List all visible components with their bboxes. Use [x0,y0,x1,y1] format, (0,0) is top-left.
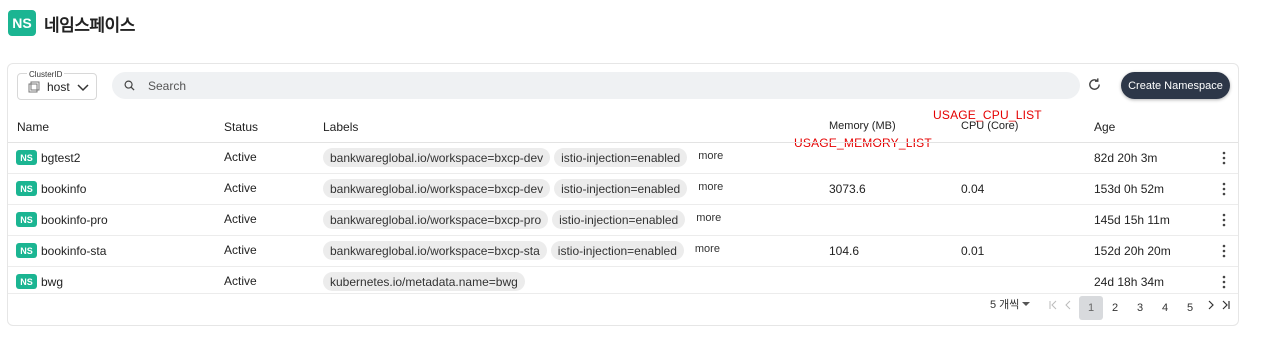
more-actions-icon[interactable] [1221,213,1227,227]
label-chip: istio-injection=enabled [554,179,688,198]
namespace-status: Active [224,212,257,226]
label-list: bankwareglobal.io/workspace=bxcp-sta isti… [323,241,720,260]
column-header-memory[interactable]: Memory (MB) [829,120,896,132]
label-chip: istio-injection=enabled [554,148,688,167]
namespace-badge-icon: NS [16,212,37,227]
column-header-name[interactable]: Name [17,120,49,134]
table-row[interactable]: NS bookinfo Active bankwareglobal.io/worksp… [8,174,1238,205]
refresh-icon[interactable] [1087,77,1102,92]
page-number-button[interactable]: 4 [1153,296,1177,320]
next-page-icon[interactable] [1206,299,1216,311]
namespace-logo-icon: NS [8,10,36,36]
column-header-age[interactable]: Age [1094,120,1115,134]
more-labels-link[interactable]: more [691,181,723,193]
label-list: bankwareglobal.io/workspace=bxcp-pro isti… [323,210,721,229]
column-header-labels: Labels [323,120,359,134]
column-header-status[interactable]: Status [224,120,258,134]
label-list: bankwareglobal.io/workspace=bxcp-dev isti… [323,179,723,198]
more-actions-icon[interactable] [1221,275,1227,289]
namespace-age: 152d 20h 20m [1094,244,1171,258]
page-number-button[interactable]: 3 [1128,296,1152,320]
page-number-button[interactable]: 5 [1178,296,1202,320]
namespace-age: 82d 20h 3m [1094,151,1158,165]
namespace-status: Active [224,274,257,288]
cluster-icon [28,81,40,93]
more-labels-link[interactable]: more [688,243,720,255]
more-actions-icon[interactable] [1221,182,1227,196]
cpu-value: 0.01 [961,244,985,258]
per-page-value: 5 개씩 [990,299,1020,311]
memory-value: 3073.6 [829,182,866,196]
label-chip: kubernetes.io/metadata.name=bwg [323,272,525,291]
chevron-down-icon [77,84,89,92]
namespace-badge-icon: NS [16,274,37,289]
page-number-button[interactable]: 1 [1079,296,1103,320]
namespace-age: 145d 15h 11m [1094,213,1170,227]
more-labels-link[interactable]: more [691,150,723,162]
page-header: NS 네임스페이스 [8,10,135,36]
per-page-select[interactable]: 5 개씩 [990,296,1031,312]
namespace-name[interactable]: bwg [41,275,63,289]
label-chip: istio-injection=enabled [550,241,684,260]
last-page-icon[interactable] [1221,299,1231,311]
caret-down-icon [1022,302,1031,306]
search-icon [124,80,135,91]
namespace-status: Active [224,243,257,257]
label-chip: istio-injection=enabled [552,210,686,229]
namespace-status: Active [224,150,257,164]
prev-page-icon[interactable] [1063,299,1073,311]
namespace-name[interactable]: bookinfo-sta [41,244,106,258]
namespace-table-card: ClusterID host Create Namespace Name Sta… [7,63,1239,326]
create-namespace-button[interactable]: Create Namespace [1121,72,1230,99]
table-row[interactable]: NS bgtest2 Active bankwareglobal.io/workspa… [8,143,1238,174]
namespace-name[interactable]: bookinfo-pro [41,213,108,227]
more-actions-icon[interactable] [1221,244,1227,258]
namespace-status: Active [224,181,257,195]
search-input[interactable] [148,72,1048,99]
namespace-name[interactable]: bookinfo [41,182,86,196]
cluster-select-label: ClusterID [27,70,65,79]
namespace-badge-icon: NS [16,150,37,165]
more-actions-icon[interactable] [1221,151,1227,165]
cluster-select-value: host [47,80,70,94]
namespace-badge-icon: NS [16,243,37,258]
cpu-value: 0.04 [961,182,985,196]
table-row[interactable]: NS bookinfo-sta Active bankwareglobal.io/wo… [8,236,1238,267]
label-chip: bankwareglobal.io/workspace=bxcp-dev [323,179,551,198]
first-page-icon[interactable] [1048,299,1058,311]
more-labels-link[interactable]: more [689,212,721,224]
cpu-usage-overlay: USAGE_CPU_LIST [933,108,1042,122]
namespace-age: 24d 18h 34m [1094,275,1165,289]
page-title: 네임스페이스 [44,15,135,35]
table-row[interactable]: NS bookinfo-pro Active bankwareglobal.io/wo… [8,205,1238,236]
label-list: bankwareglobal.io/workspace=bxcp-dev isti… [323,148,723,167]
label-chip: bankwareglobal.io/workspace=bxcp-sta [323,241,547,260]
namespace-badge-icon: NS [16,181,37,196]
table-row[interactable]: NS bwg Active kubernetes.io/metadata.name=b… [8,267,1238,294]
namespace-name[interactable]: bgtest2 [41,151,80,165]
page-number-button[interactable]: 2 [1103,296,1127,320]
memory-value: 104.6 [829,244,860,258]
label-list: kubernetes.io/metadata.name=bwg [323,272,525,291]
cluster-select[interactable]: ClusterID host [17,70,97,100]
label-chip: bankwareglobal.io/workspace=bxcp-dev [323,148,551,167]
label-chip: bankwareglobal.io/workspace=bxcp-pro [323,210,549,229]
namespace-age: 153d 0h 52m [1094,182,1165,196]
search-bar [112,72,1080,99]
